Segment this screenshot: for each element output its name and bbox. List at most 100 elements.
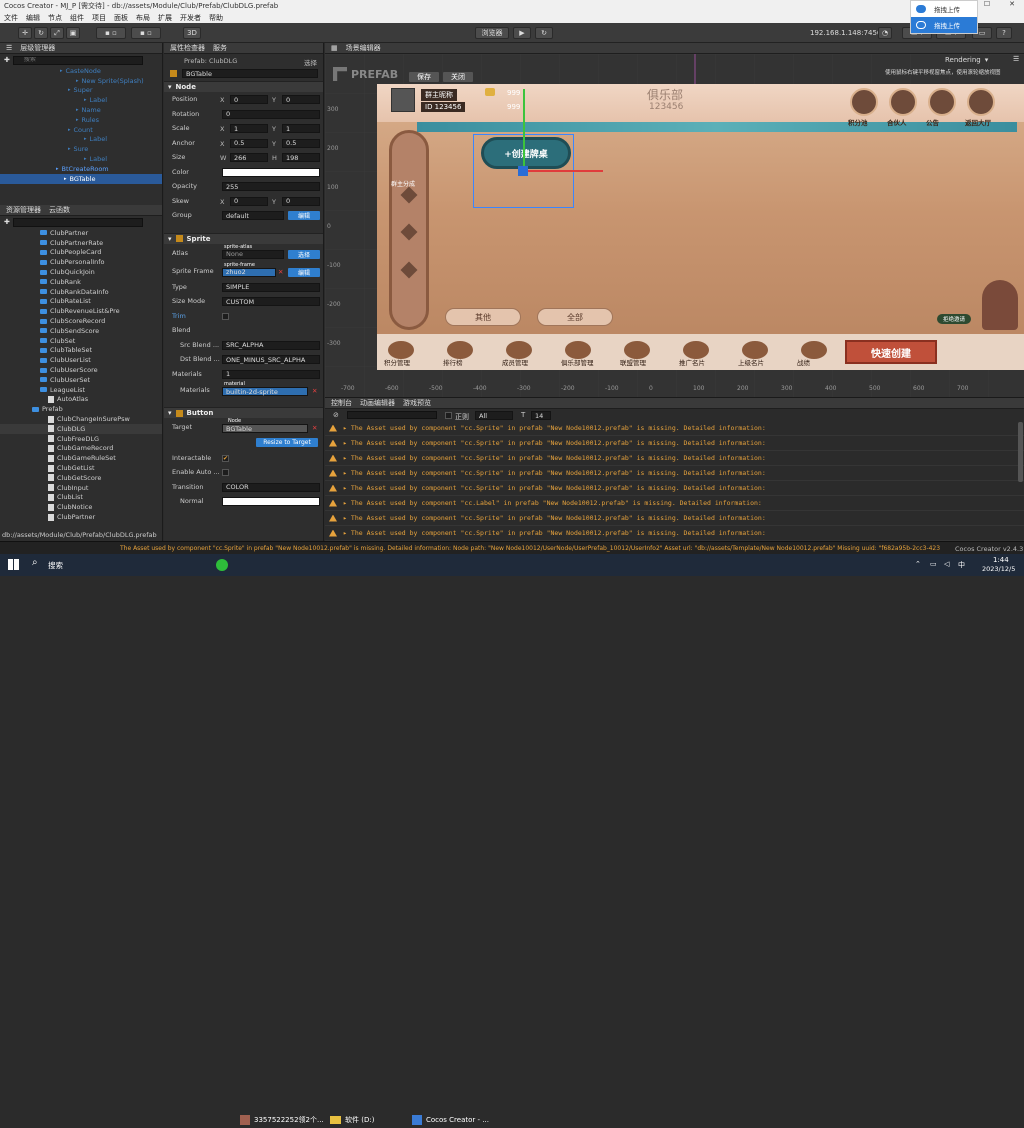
console-log-row[interactable]: ▸ The Asset used by component "cc.Sprite"…	[325, 526, 1024, 541]
taskbar-search[interactable]: 搜索	[48, 560, 63, 571]
asset-item[interactable]: ClubNotice	[0, 502, 162, 512]
tree-arrow-icon[interactable]: ▸	[64, 176, 67, 182]
rect-tool-button[interactable]: ▣	[66, 27, 80, 39]
prefab-close-button[interactable]: 关闭	[443, 72, 473, 82]
tree-arrow-icon[interactable]: ▸	[68, 87, 71, 93]
src-blend-select[interactable]: SRC_ALPHA	[222, 340, 320, 350]
asset-item[interactable]: ClubPartner	[0, 228, 162, 238]
node-name-input[interactable]: BGTable	[182, 69, 318, 78]
expand-arrow-icon[interactable]: ▸	[343, 424, 347, 432]
menu-item[interactable]: 布局	[136, 13, 150, 23]
position-x-input[interactable]: 0	[230, 95, 268, 104]
expand-arrow-icon[interactable]: ▸	[343, 484, 347, 492]
asset-item[interactable]: ClubRevenueList&Pre	[0, 306, 162, 316]
game-top-button[interactable]	[967, 88, 995, 116]
log-level-select[interactable]: All	[475, 411, 513, 420]
hierarchy-node[interactable]: ▸ BtCreateRoom	[0, 164, 162, 174]
gizmo-x-axis[interactable]	[523, 170, 603, 172]
tree-arrow-icon[interactable]: ▸	[84, 156, 87, 162]
asset-item[interactable]: ClubSet	[0, 336, 162, 346]
hierarchy-node[interactable]: ▸ Sure	[0, 144, 162, 154]
asset-item[interactable]: ClubUserSet	[0, 375, 162, 385]
size-h-input[interactable]: 198	[282, 153, 320, 162]
group-select[interactable]: default	[222, 211, 284, 220]
expand-arrow-icon[interactable]: ▸	[343, 469, 347, 477]
console-log-row[interactable]: ▸ The Asset used by component "cc.Sprite"…	[325, 511, 1024, 526]
hierarchy-search-input[interactable]	[12, 55, 143, 65]
sprite-frame-field[interactable]: zhuo2	[222, 267, 276, 277]
asset-item[interactable]: ClubPeopleCard	[0, 248, 162, 258]
console-log-row[interactable]: ▸ The Asset used by component "cc.Label" …	[325, 496, 1024, 511]
service-tab[interactable]: 服务	[213, 43, 227, 53]
hierarchy-node[interactable]: ▸ Name	[0, 105, 162, 115]
expand-arrow-icon[interactable]: ▸	[343, 439, 347, 447]
inspector-tab[interactable]: 属性检查器	[170, 43, 205, 53]
expand-arrow-icon[interactable]: ▸	[343, 514, 347, 522]
menu-item[interactable]: 组件	[70, 13, 84, 23]
node-active-checkbox[interactable]	[170, 70, 177, 77]
target-field[interactable]: BGTable	[222, 424, 308, 433]
node-section-header[interactable]: ▾ Node	[164, 81, 323, 92]
scale-y-input[interactable]: 1	[282, 124, 320, 133]
skew-y-input[interactable]: 0	[282, 196, 320, 206]
expand-arrow-icon[interactable]: ▸	[343, 454, 347, 462]
tree-arrow-icon[interactable]: ▸	[76, 107, 79, 113]
tray-chevron-icon[interactable]: ⌃	[915, 560, 921, 568]
browser-select[interactable]: 浏览器	[475, 27, 509, 39]
rotation-input[interactable]: 0	[222, 109, 320, 119]
hierarchy-node[interactable]: ▸ New Sprite(Splash)	[0, 76, 162, 86]
asset-item[interactable]: ClubList	[0, 493, 162, 503]
hierarchy-node[interactable]: ▸ Count	[0, 125, 162, 135]
help-button[interactable]: ?	[996, 27, 1012, 39]
asset-item[interactable]: ClubScoreRecord	[0, 316, 162, 326]
font-size-select[interactable]: 14	[531, 411, 551, 420]
network-icon[interactable]: ▭	[930, 560, 937, 568]
hierarchy-node[interactable]: ▸ Rules	[0, 115, 162, 125]
play-button[interactable]: ▶	[513, 27, 531, 39]
add-node-icon[interactable]: ✚	[4, 56, 10, 64]
console-filter-input[interactable]	[347, 411, 437, 419]
move-tool-button[interactable]: ✛	[18, 27, 32, 39]
auto-gray-checkbox[interactable]	[222, 469, 229, 476]
pivot-button[interactable]: ▪ ▫	[96, 27, 126, 39]
trim-checkbox[interactable]	[222, 312, 229, 320]
hierarchy-node[interactable]: ▸ CasteNode	[0, 66, 162, 76]
taskbar-search-icon[interactable]: ⌕	[32, 557, 38, 568]
scene-title[interactable]: 场景编辑器	[346, 43, 381, 53]
resize-to-target-button[interactable]: Resize to Target	[256, 438, 318, 447]
clear-target-icon[interactable]: ✕	[312, 424, 317, 432]
invite-reject-button[interactable]: 拒绝邀请	[937, 314, 971, 324]
tree-arrow-icon[interactable]: ▸	[84, 136, 87, 142]
normal-color-swatch[interactable]	[222, 497, 320, 506]
mode-3d-button[interactable]: 3D	[183, 27, 201, 39]
asset-item[interactable]: ClubFreeDLG	[0, 434, 162, 444]
add-asset-icon[interactable]: ✚	[4, 218, 10, 226]
prefab-save-button[interactable]: 保存	[409, 72, 439, 82]
asset-item[interactable]: ClubUserList	[0, 355, 162, 365]
scene-menu-icon[interactable]: ☰	[1013, 55, 1019, 63]
wechat-icon[interactable]	[216, 559, 228, 571]
menu-item[interactable]: 帮助	[209, 13, 223, 23]
asset-item[interactable]: ClubRank	[0, 277, 162, 287]
volume-icon[interactable]: ◁	[944, 560, 949, 568]
scale-tool-button[interactable]: ⤢	[50, 27, 64, 39]
size-w-input[interactable]: 266	[230, 153, 268, 162]
asset-item[interactable]: ClubUserScore	[0, 365, 162, 375]
taskbar-item-explorer[interactable]: 软件 (D:)	[330, 1112, 374, 1128]
asset-item[interactable]: ClubGetList	[0, 463, 162, 473]
menu-item[interactable]: 面板	[114, 13, 128, 23]
interactable-checkbox[interactable]: ✔	[222, 454, 229, 462]
tree-arrow-icon[interactable]: ▸	[76, 78, 79, 84]
menu-item[interactable]: 编辑	[26, 13, 40, 23]
asset-item[interactable]: ClubGameRecord	[0, 444, 162, 454]
menu-item[interactable]: 扩展	[158, 13, 172, 23]
assets-tab[interactable]: 资源管理器	[6, 205, 41, 215]
transition-select[interactable]: COLOR	[222, 482, 320, 492]
menu-item[interactable]: 文件	[4, 13, 18, 23]
tree-arrow-icon[interactable]: ▸	[60, 68, 63, 74]
tree-arrow-icon[interactable]: ▸	[56, 166, 59, 172]
prefab-select-link[interactable]: 选择	[304, 57, 317, 67]
asset-item[interactable]: ClubGetScore	[0, 473, 162, 483]
tree-arrow-icon[interactable]: ▸	[76, 117, 79, 123]
hierarchy-node[interactable]: ▸ Label	[0, 135, 162, 145]
